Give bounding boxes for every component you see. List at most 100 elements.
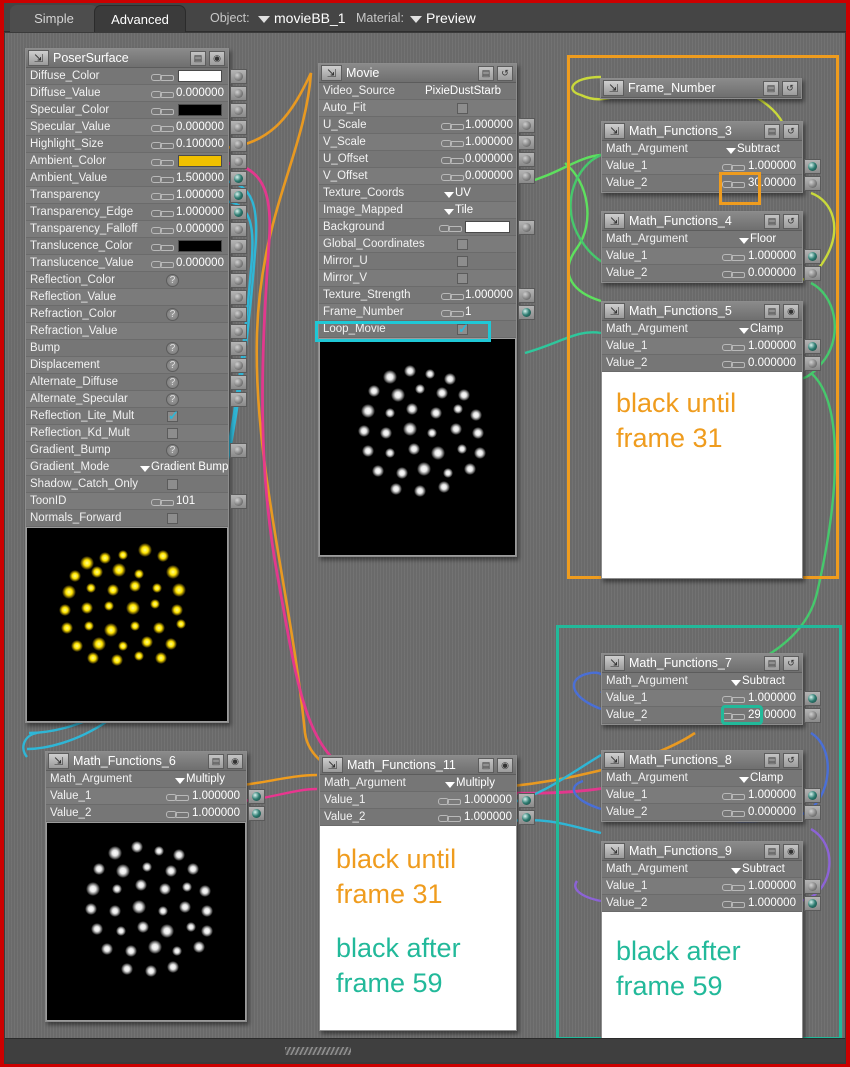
output-knob[interactable] (248, 806, 265, 821)
plug-icon[interactable] (722, 694, 745, 703)
row-ambient-color[interactable]: Ambient_Color (26, 153, 247, 170)
row-value[interactable]: 1.000000 (465, 289, 513, 301)
row-value[interactable]: 0.000000 (748, 806, 796, 818)
node-math-functions-3[interactable]: ⇲ Math_Functions_3 ▤ ↺ Math_Argument Sub… (601, 121, 821, 193)
output-knob[interactable] (248, 789, 265, 804)
row-value-2[interactable]: Value_2 1.000000 (320, 809, 535, 826)
list-icon[interactable]: ▤ (764, 753, 780, 768)
dropdown-value[interactable]: Gradient Bump (139, 461, 228, 473)
row-value[interactable]: 1.000000 (748, 340, 796, 352)
row-value-1[interactable]: Value_1 1.000000 (602, 878, 821, 895)
output-knob[interactable] (230, 69, 247, 84)
row-value[interactable]: 0.000000 (176, 87, 224, 99)
row-gradient-mode[interactable]: Gradient_Mode Gradient Bump (26, 459, 228, 476)
row-video-source[interactable]: Video_Source PixieDustStarb (319, 83, 516, 100)
node-math-functions-4-header[interactable]: ⇲ Math_Functions_4 ▤ ↺ (602, 212, 802, 231)
row-diffuse-value[interactable]: Diffuse_Value 0.000000 (26, 85, 247, 102)
plug-icon[interactable] (151, 191, 174, 200)
checkbox-unchecked[interactable] (457, 256, 468, 267)
output-knob[interactable] (230, 392, 247, 407)
output-knob[interactable] (518, 810, 535, 825)
row-value-2[interactable]: Value_2 0.000000 (602, 355, 821, 372)
node-frame-number[interactable]: ⇲ Frame_Number ▤ ↺ (600, 78, 802, 99)
plug-icon[interactable] (438, 813, 461, 822)
row-value-1[interactable]: Value_1 1.000000 (602, 158, 821, 175)
plug-icon[interactable] (722, 342, 745, 351)
plug-icon[interactable] (722, 711, 745, 720)
row-loop-movie[interactable]: Loop_Movie (319, 321, 516, 338)
output-knob[interactable] (518, 220, 535, 235)
node-math-functions-9[interactable]: ⇲ Math_Functions_9 ▤ ◉ Math_Argument Sub… (601, 841, 821, 1038)
node-poser-surface[interactable]: ⇲ PoserSurface ▤ ◉ Diffuse_Color Diffuse… (25, 48, 247, 723)
row-value[interactable]: 1.000000 (464, 811, 512, 823)
node-math-functions-6[interactable]: ⇲ Math_Functions_6 ▤ ◉ Math_Argument Mul… (45, 751, 265, 1022)
row-value-2[interactable]: Value_2 1.000000 (46, 805, 265, 822)
dropdown-value[interactable]: Multiply (445, 777, 495, 789)
row-image-mapped[interactable]: Image_Mapped Tile (319, 202, 516, 219)
list-icon[interactable]: ▤ (764, 656, 780, 671)
node-math-functions-4[interactable]: ⇲ Math_Functions_4 ▤ ↺ Math_Argument Flo… (601, 211, 821, 283)
node-math-functions-5[interactable]: ⇲ Math_Functions_5 ▤ ◉ Math_Argument Cla… (601, 301, 821, 579)
row-math-argument[interactable]: Math_Argument Multiply (46, 771, 246, 788)
node-movie[interactable]: ⇲ Movie ▤ ↺ Video_Source PixieDustStarb … (318, 63, 535, 557)
row-mirror-u[interactable]: Mirror_U (319, 253, 516, 270)
eye-icon[interactable]: ◉ (783, 844, 799, 859)
node-math-functions-5-header[interactable]: ⇲ Math_Functions_5 ▤ ◉ (602, 302, 802, 321)
plug-icon[interactable] (441, 172, 464, 181)
row-value-1[interactable]: Value_1 1.000000 (602, 248, 821, 265)
output-knob[interactable] (804, 266, 821, 281)
row-math-argument[interactable]: Math_Argument Subtract (602, 673, 802, 690)
dropdown-value[interactable]: Subtract (726, 143, 780, 155)
dropdown-value[interactable]: Subtract (731, 863, 785, 875)
eye-icon[interactable]: ◉ (209, 51, 225, 66)
row-value[interactable]: 0.000000 (176, 223, 224, 235)
dropdown-value[interactable]: Subtract (731, 675, 785, 687)
refresh-icon[interactable]: ↺ (783, 656, 799, 671)
plug-icon[interactable] (441, 308, 464, 317)
row-auto-fit[interactable]: Auto_Fit (319, 100, 516, 117)
row-value[interactable]: 1.000000 (465, 119, 513, 131)
row-bump[interactable]: Bump ? (26, 340, 247, 357)
color-swatch[interactable] (465, 221, 510, 233)
output-knob[interactable] (518, 793, 535, 808)
plug-icon[interactable] (441, 121, 464, 130)
row-value[interactable]: 1.000000 (748, 789, 796, 801)
output-knob[interactable] (230, 375, 247, 390)
checkbox-unchecked[interactable] (457, 103, 468, 114)
output-knob[interactable] (804, 896, 821, 911)
refresh-icon[interactable]: ↺ (783, 753, 799, 768)
node-math-functions-6-header[interactable]: ⇲ Math_Functions_6 ▤ ◉ (46, 752, 246, 771)
plug-icon[interactable] (151, 208, 174, 217)
plug-icon[interactable] (166, 809, 189, 818)
object-value[interactable]: movieBB_1 (274, 10, 346, 26)
refresh-icon[interactable]: ↺ (782, 81, 798, 96)
checkbox-unchecked[interactable] (167, 513, 178, 524)
row-translucence-color[interactable]: Translucence_Color (26, 238, 247, 255)
row-math-argument[interactable]: Math_Argument Multiply (320, 775, 516, 792)
output-knob[interactable] (804, 339, 821, 354)
node-math-functions-7[interactable]: ⇲ Math_Functions_7 ▤ ↺ Math_Argument Sub… (601, 653, 821, 725)
output-knob[interactable] (230, 307, 247, 322)
row-transparency-edge[interactable]: Transparency_Edge 1.000000 (26, 204, 247, 221)
plug-icon[interactable] (151, 89, 174, 98)
question-icon[interactable]: ? (166, 393, 179, 406)
row-transparency[interactable]: Transparency 1.000000 (26, 187, 247, 204)
row-value-2[interactable]: Value_2 0.000000 (602, 265, 821, 282)
output-knob[interactable] (804, 708, 821, 723)
row-alternate-diffuse[interactable]: Alternate_Diffuse ? (26, 374, 247, 391)
checkbox-checked[interactable] (167, 408, 179, 424)
row-texture-strength[interactable]: Texture_Strength 1.000000 (319, 287, 535, 304)
row-value[interactable]: 101 (176, 495, 195, 507)
plug-icon[interactable] (166, 792, 189, 801)
dropdown-value[interactable]: Tile (443, 204, 473, 216)
node-math-functions-11-header[interactable]: ⇲ Math_Functions_11 ▤ ◉ (320, 756, 516, 775)
row-ambient-value[interactable]: Ambient_Value 1.500000 (26, 170, 247, 187)
row-value[interactable]: 1.000000 (176, 206, 224, 218)
list-icon[interactable]: ▤ (763, 81, 779, 96)
checkbox-unchecked[interactable] (167, 479, 178, 490)
plug-icon[interactable] (441, 138, 464, 147)
plug-icon[interactable] (722, 359, 745, 368)
row-v-scale[interactable]: V_Scale 1.000000 (319, 134, 535, 151)
row-reflection-kd-mult[interactable]: Reflection_Kd_Mult (26, 425, 228, 442)
dropdown-value[interactable]: Clamp (738, 323, 783, 335)
